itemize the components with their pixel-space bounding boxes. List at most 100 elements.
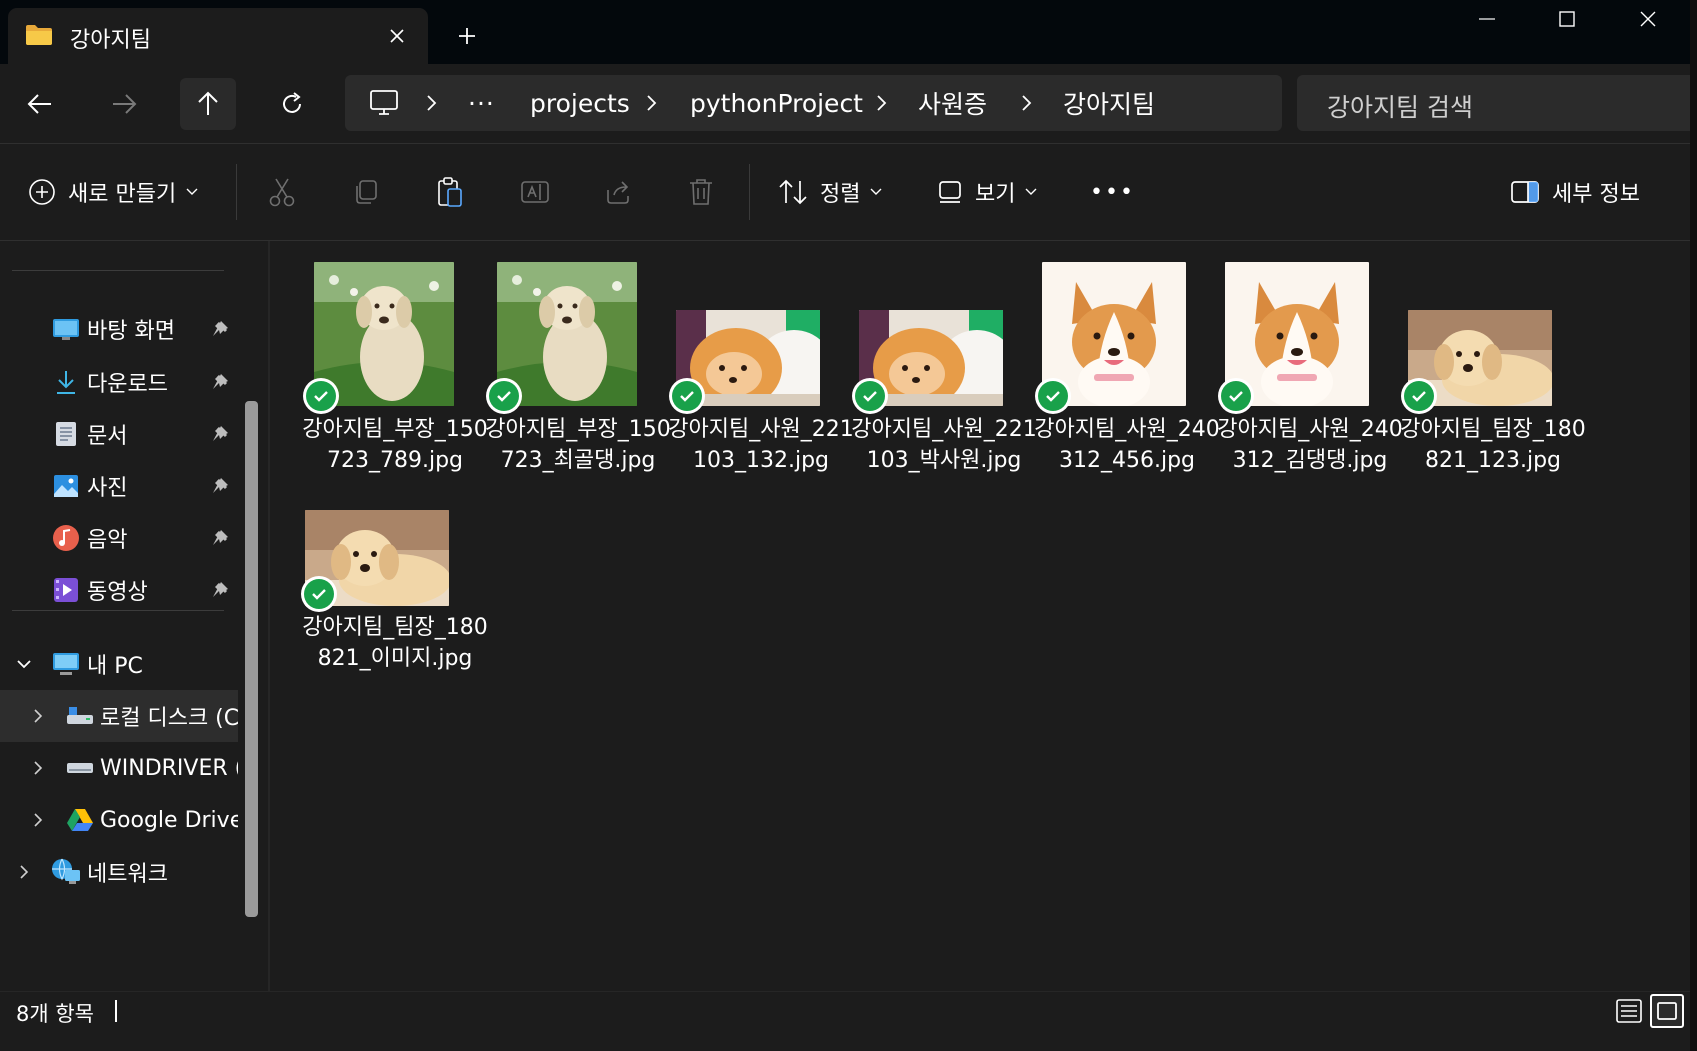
chevron-right-icon [425, 75, 437, 131]
delete-button[interactable] [688, 166, 714, 218]
chevron-right-icon[interactable] [30, 708, 46, 724]
copy-button[interactable] [352, 166, 380, 218]
chevron-down-icon[interactable] [16, 656, 32, 672]
sidebar-item-videos[interactable]: 동영상 [0, 564, 238, 616]
chevron-down-icon [1025, 188, 1037, 195]
sort-label: 정렬 [820, 182, 861, 207]
sync-status-icon [303, 378, 339, 414]
sidebar-item-label: WINDRIVER (D [100, 755, 238, 781]
music-icon [51, 524, 81, 552]
breadcrumb-more[interactable]: ··· [468, 75, 495, 131]
folder-icon [25, 24, 53, 46]
trash-icon [690, 179, 712, 205]
documents-icon [51, 420, 81, 448]
paste-button[interactable] [436, 166, 464, 218]
chevron-right-icon [875, 75, 887, 131]
google-drive-icon [65, 806, 95, 834]
sidebar-item-downloads[interactable]: 다운로드 [0, 356, 238, 408]
cut-button[interactable] [268, 166, 296, 218]
file-list: 강아지팀_부장_150723_789.jpg 강아지팀_부장_150723_최골… [270, 241, 1690, 991]
chevron-right-icon[interactable] [30, 812, 46, 828]
file-item[interactable]: 강아지팀_팀장_180821_123.jpg [1400, 262, 1586, 522]
sidebar-item-this-pc[interactable]: 내 PC [0, 638, 238, 690]
this-pc-icon[interactable] [369, 75, 399, 131]
pin-icon[interactable] [210, 580, 230, 600]
view-button[interactable]: 보기 [937, 166, 1037, 218]
divider [12, 610, 224, 611]
sidebar-scrollbar[interactable] [245, 401, 258, 917]
new-button[interactable]: 새로 만들기 [28, 166, 198, 218]
item-count: 8개 항목 [16, 1002, 94, 1026]
sidebar-item-pictures[interactable]: 사진 [0, 460, 238, 512]
file-name: 강아지팀_부장_150723_최골댕.jpg [485, 417, 671, 473]
details-view-button[interactable] [1612, 994, 1646, 1028]
pin-icon[interactable] [210, 372, 230, 392]
local-disk-icon [65, 702, 95, 730]
sidebar-item-label: Google Drive ( [100, 807, 238, 833]
file-item[interactable]: 강아지팀_팀장_180821_이미지.jpg [301, 510, 488, 770]
tab-active[interactable]: 강아지팀 [8, 8, 428, 64]
drive-icon [65, 754, 95, 782]
sidebar-item-network[interactable]: 네트워크 [0, 846, 238, 898]
address-bar[interactable]: ··· projects pythonProject 사원증 강아지팀 [345, 75, 1282, 131]
breadcrumb-projects[interactable]: projects [530, 75, 630, 131]
large-icons-view-button[interactable] [1650, 994, 1684, 1028]
minimize-icon[interactable] [1447, 0, 1527, 38]
chevron-right-icon[interactable] [30, 760, 46, 776]
navigation-bar: ··· projects pythonProject 사원증 강아지팀 강아지팀… [0, 64, 1697, 144]
scissors-icon [269, 178, 295, 207]
file-item[interactable]: 강아지팀_사원_240312_김댕댕.jpg [1217, 262, 1403, 522]
file-item[interactable]: 강아지팀_사원_221103_132.jpg [668, 262, 854, 522]
list-view-icon [1616, 999, 1642, 1023]
chevron-right-icon [1020, 75, 1032, 131]
pin-icon[interactable] [210, 476, 230, 496]
breadcrumb-current[interactable]: 강아지팀 [1063, 75, 1155, 131]
sidebar-item-label: 내 PC [87, 654, 143, 679]
sidebar-item-local-disk[interactable]: 로컬 디스크 (C [0, 690, 238, 742]
share-button[interactable] [604, 166, 632, 218]
sidebar-item-label: 음악 [87, 528, 128, 553]
sidebar-item-windriver[interactable]: WINDRIVER (D [0, 742, 238, 794]
chevron-right-icon[interactable] [16, 864, 32, 880]
command-bar: 새로 만들기 정렬 보기 ••• 세부 정보 [0, 144, 1697, 240]
file-item[interactable]: 강아지팀_부장_150723_789.jpg [302, 262, 488, 522]
rename-icon [521, 181, 549, 203]
file-item[interactable]: 강아지팀_사원_221103_박사원.jpg [851, 262, 1037, 522]
pictures-icon [51, 472, 81, 500]
search-input[interactable]: 강아지팀 검색 [1297, 75, 1697, 131]
videos-icon [51, 576, 81, 604]
file-item[interactable]: 강아지팀_사원_240312_456.jpg [1034, 262, 1220, 522]
sidebar-item-label: 바탕 화면 [87, 319, 175, 344]
pin-icon[interactable] [210, 424, 230, 444]
pin-icon[interactable] [210, 528, 230, 548]
sync-status-icon [1401, 378, 1437, 414]
status-bar: 8개 항목 [0, 991, 1697, 1051]
back-button[interactable] [12, 78, 68, 130]
tab-close-icon[interactable] [381, 20, 413, 52]
more-options-button[interactable]: ••• [1090, 166, 1135, 218]
details-pane-button[interactable]: 세부 정보 [1510, 166, 1640, 218]
breadcrumb-employee-id[interactable]: 사원증 [918, 75, 987, 131]
refresh-button[interactable] [264, 78, 320, 130]
thumbnail-view-icon [1657, 1002, 1677, 1020]
network-icon [51, 858, 81, 886]
sort-button[interactable]: 정렬 [778, 166, 882, 218]
file-item[interactable]: 강아지팀_부장_150723_최골댕.jpg [485, 262, 671, 522]
sidebar-item-label: 다운로드 [87, 372, 168, 397]
pin-icon[interactable] [210, 319, 230, 339]
sync-status-icon [852, 378, 888, 414]
up-button[interactable] [180, 78, 236, 130]
sidebar-item-google-drive[interactable]: Google Drive ( [0, 794, 238, 846]
new-tab-icon[interactable] [451, 20, 483, 52]
breadcrumb-pythonproject[interactable]: pythonProject [690, 75, 863, 131]
forward-button[interactable] [96, 78, 152, 130]
sidebar-item-music[interactable]: 음악 [0, 512, 238, 564]
close-window-icon[interactable] [1608, 0, 1688, 38]
desktop-icon [51, 315, 81, 343]
maximize-icon[interactable] [1527, 0, 1607, 38]
rename-button[interactable] [520, 166, 550, 218]
chevron-right-icon [645, 75, 657, 131]
sidebar-item-documents[interactable]: 문서 [0, 408, 238, 460]
sidebar-item-desktop[interactable]: 바탕 화면 [0, 303, 238, 355]
up-arrow-icon [198, 91, 218, 115]
